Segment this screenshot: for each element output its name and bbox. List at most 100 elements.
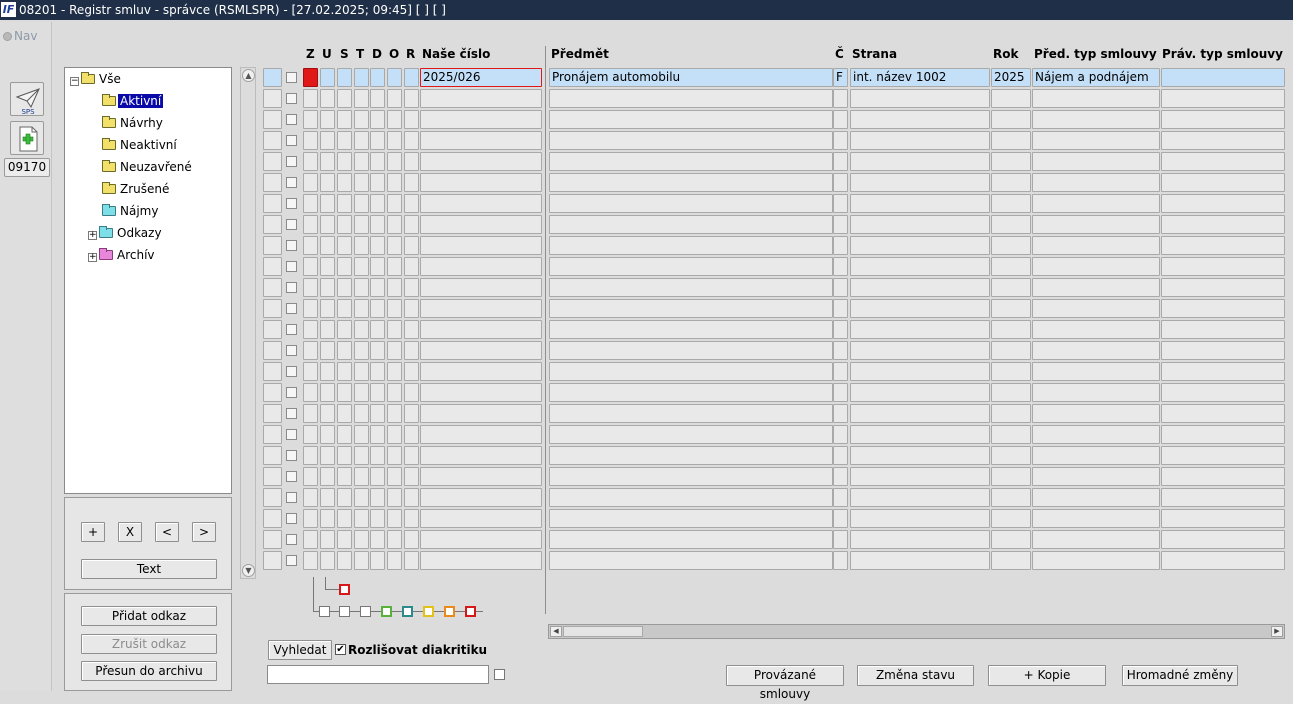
grid-cell[interactable] (549, 89, 833, 108)
search-input[interactable] (267, 665, 489, 684)
grid-cell[interactable] (549, 530, 833, 549)
grid-cell[interactable] (1161, 152, 1285, 171)
grid-cell[interactable] (549, 467, 833, 486)
flag-cell[interactable] (370, 173, 385, 192)
grid-cell[interactable] (1161, 425, 1285, 444)
flag-cell[interactable] (320, 425, 335, 444)
new-document-button[interactable] (10, 121, 44, 155)
flag-cell[interactable] (354, 131, 369, 150)
grid-cell[interactable] (1032, 278, 1160, 297)
flag-cell[interactable] (387, 278, 402, 297)
flag-cell[interactable] (320, 89, 335, 108)
row-selector[interactable] (263, 362, 282, 381)
grid-cell[interactable] (1032, 530, 1160, 549)
flag-cell[interactable] (404, 362, 419, 381)
grid-cell[interactable] (549, 257, 833, 276)
row-checkbox[interactable] (286, 72, 297, 83)
flag-cell[interactable] (354, 215, 369, 234)
grid-cell[interactable] (420, 467, 542, 486)
grid-cell[interactable] (1032, 89, 1160, 108)
flag-cell[interactable] (354, 68, 369, 87)
flag-cell[interactable] (354, 278, 369, 297)
grid-cell[interactable] (850, 446, 990, 465)
grid-cell[interactable] (1032, 194, 1160, 213)
diacritics-checkbox[interactable]: ✔ (335, 644, 346, 655)
row-checkbox[interactable] (286, 345, 297, 356)
grid-cell[interactable] (549, 551, 833, 570)
tree-item-archiv[interactable]: + Archív (88, 246, 157, 264)
flag-cell[interactable] (337, 467, 352, 486)
flag-cell[interactable] (320, 257, 335, 276)
flag-cell[interactable] (404, 299, 419, 318)
row-selector[interactable] (263, 509, 282, 528)
row-checkbox[interactable] (286, 114, 297, 125)
flag-cell[interactable] (387, 152, 402, 171)
grid-cell[interactable] (1161, 278, 1285, 297)
grid-cell[interactable] (1032, 299, 1160, 318)
flag-cell[interactable] (303, 341, 318, 360)
header-nase-cislo[interactable]: Naše číslo (422, 47, 490, 61)
row-selector[interactable] (263, 89, 282, 108)
grid-cell[interactable] (1161, 530, 1285, 549)
flag-cell[interactable] (303, 110, 318, 129)
flag-cell[interactable] (354, 530, 369, 549)
flag-cell[interactable] (370, 509, 385, 528)
next-button[interactable]: > (192, 522, 216, 542)
grid-cell[interactable] (549, 110, 833, 129)
flag-cell[interactable] (320, 278, 335, 297)
grid-cell[interactable] (1161, 131, 1285, 150)
flag-cell[interactable] (370, 236, 385, 255)
flag-cell[interactable] (354, 89, 369, 108)
grid-cell[interactable] (1161, 89, 1285, 108)
grid-cell[interactable] (833, 299, 848, 318)
row-selector[interactable] (263, 446, 282, 465)
flag-cell[interactable] (370, 110, 385, 129)
grid-cell[interactable] (549, 446, 833, 465)
flag-cell[interactable] (337, 173, 352, 192)
text-button[interactable]: Text (81, 559, 217, 579)
row-selector[interactable] (263, 467, 282, 486)
flag-cell[interactable] (404, 236, 419, 255)
flag-cell[interactable] (320, 551, 335, 570)
flag-cell[interactable] (354, 509, 369, 528)
grid-cell[interactable] (420, 383, 542, 402)
grid-cell[interactable] (1032, 236, 1160, 255)
grid-cell[interactable] (850, 278, 990, 297)
vertical-scrollbar[interactable]: ▲ ▼ (240, 67, 256, 579)
flag-cell[interactable] (337, 383, 352, 402)
row-selector[interactable] (263, 110, 282, 129)
row-checkbox[interactable] (286, 366, 297, 377)
flag-cell[interactable] (404, 152, 419, 171)
flag-cell[interactable] (404, 488, 419, 507)
grid-cell[interactable] (1161, 488, 1285, 507)
flag-cell[interactable] (303, 530, 318, 549)
flag-cell[interactable] (354, 320, 369, 339)
flag-cell[interactable] (387, 131, 402, 150)
grid-cell[interactable] (549, 131, 833, 150)
grid-cell[interactable] (850, 551, 990, 570)
grid-cell[interactable] (1032, 215, 1160, 234)
flag-cell[interactable] (404, 383, 419, 402)
grid-cell[interactable] (1032, 467, 1160, 486)
flag-cell[interactable] (337, 236, 352, 255)
grid-cell[interactable] (549, 194, 833, 213)
flag-cell[interactable] (404, 110, 419, 129)
flag-cell[interactable] (337, 152, 352, 171)
row-checkbox[interactable] (286, 240, 297, 251)
grid-cell[interactable] (850, 383, 990, 402)
flag-cell[interactable] (303, 383, 318, 402)
flag-cell[interactable] (303, 131, 318, 150)
grid-cell[interactable] (1161, 173, 1285, 192)
grid-cell[interactable] (1161, 383, 1285, 402)
flag-cell[interactable] (354, 425, 369, 444)
flag-cell[interactable] (370, 299, 385, 318)
tree-item-navrhy[interactable]: Návrhy (102, 114, 165, 132)
flag-cell[interactable] (303, 89, 318, 108)
row-selector[interactable] (263, 215, 282, 234)
flag-cell[interactable] (337, 404, 352, 423)
flag-cell[interactable] (387, 194, 402, 213)
flag-cell[interactable] (404, 467, 419, 486)
grid-cell[interactable] (549, 299, 833, 318)
flag-cell[interactable] (370, 383, 385, 402)
grid-cell[interactable] (1161, 299, 1285, 318)
